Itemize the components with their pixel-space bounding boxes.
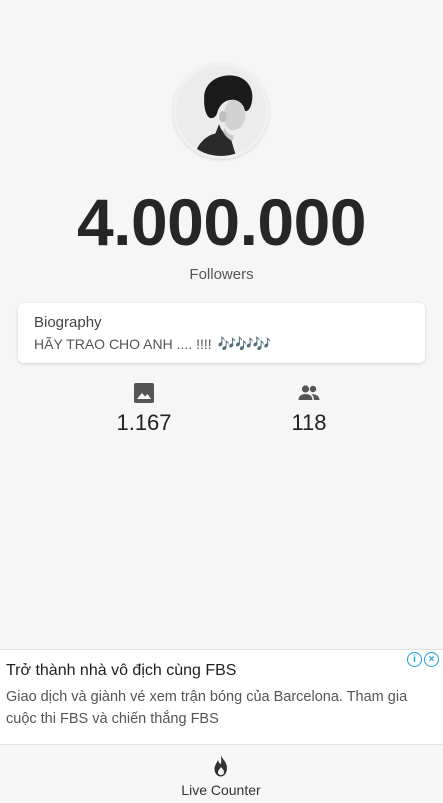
ad-title: Trở thành nhà vô địch cùng FBS [6, 662, 237, 679]
ad-info-icon[interactable]: i [407, 652, 422, 667]
people-icon [298, 385, 320, 400]
flame-icon [214, 755, 227, 777]
music-notes-emoji: 🎶🎶🎶 [217, 336, 272, 353]
biography-text-content: HÃY TRAO CHO ANH .... !!!! [34, 336, 212, 352]
biography-title: Biography [34, 314, 102, 331]
biography-text: HÃY TRAO CHO ANH .... !!!! 🎶🎶🎶 [34, 335, 409, 353]
nav-live-counter-label: Live Counter [181, 782, 261, 798]
following-stat[interactable]: 118 [249, 382, 369, 436]
nav-live-counter[interactable]: Live Counter [161, 754, 281, 798]
followers-label: Followers [189, 266, 254, 283]
profile-screen: 4.000.000 Followers Biography HÃY TRAO C… [0, 0, 443, 803]
posts-stat[interactable]: 1.167 [84, 382, 204, 436]
ad-close-icon[interactable]: × [424, 652, 439, 667]
image-icon [134, 383, 154, 403]
ad-choices[interactable]: i × [405, 652, 439, 667]
ad-banner[interactable]: i × Trở thành nhà vô địch cùng FBS Giao … [0, 649, 443, 745]
avatar-photo [176, 66, 266, 156]
ad-body: Giao dịch và giành vé xem trận bóng của … [6, 686, 437, 730]
follower-count: 4.000.000 [76, 185, 367, 259]
biography-card: Biography HÃY TRAO CHO ANH .... !!!! 🎶🎶🎶 [18, 303, 425, 363]
bottom-navigation: Live Counter [0, 746, 443, 803]
ad-body-line-1: Giao dịch và giành vé xem trận bóng của … [6, 689, 408, 705]
ad-body-line-2: cuộc thi FBS và chiến thắng FBS [6, 711, 219, 727]
profile-avatar[interactable] [173, 63, 269, 159]
posts-count: 1.167 [116, 410, 172, 435]
following-count: 118 [291, 410, 327, 435]
